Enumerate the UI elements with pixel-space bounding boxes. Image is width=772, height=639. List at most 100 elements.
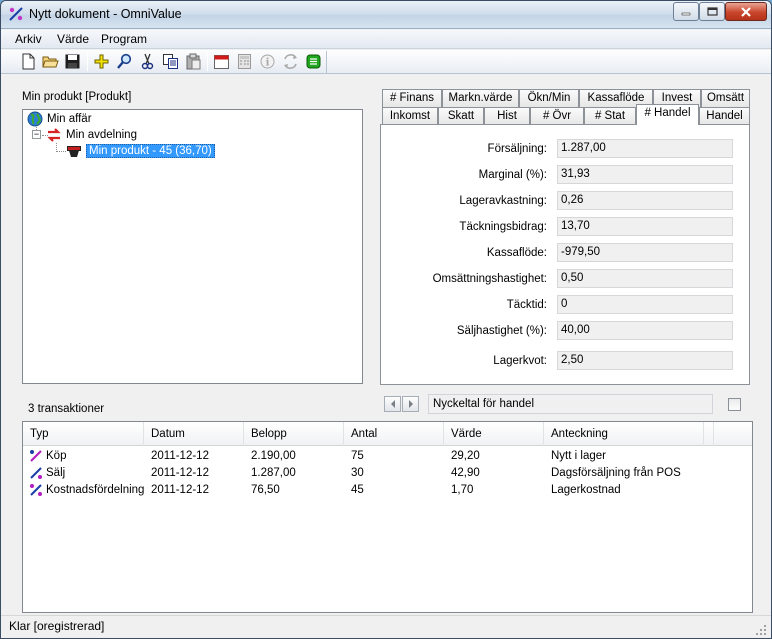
- tree-caption: Min produkt [Produkt]: [22, 91, 132, 103]
- table-row[interactable]: Köp 2011-12-12 2.190,00 75 29,20 Nytt i …: [23, 448, 752, 465]
- refresh-icon[interactable]: [282, 53, 299, 70]
- tab-skatt[interactable]: Skatt: [438, 107, 484, 125]
- calculator-icon[interactable]: [236, 53, 253, 70]
- info-icon[interactable]: i: [259, 53, 276, 70]
- tab-handel[interactable]: Handel: [699, 107, 750, 125]
- close-button[interactable]: [725, 2, 767, 21]
- tab-stat[interactable]: # Stat: [584, 107, 636, 125]
- tab-omsatt[interactable]: Omsätt: [701, 89, 750, 107]
- menu-program[interactable]: Program: [101, 32, 147, 46]
- cell-varde: 29,20: [451, 450, 480, 462]
- new-document-icon[interactable]: [20, 53, 37, 70]
- column-belopp[interactable]: Belopp: [244, 422, 344, 446]
- next-button[interactable]: [402, 396, 419, 412]
- field-label-lagerkvot: Lagerkvot:: [493, 355, 547, 367]
- menu-bar: Arkiv Värde Program: [1, 30, 771, 49]
- tab-panel-handel: Försäljning: 1.287,00 Marginal (%): 31,9…: [380, 124, 750, 385]
- maximize-icon: [706, 7, 718, 16]
- field-tacktid[interactable]: 0: [557, 295, 733, 314]
- tab-okn-min[interactable]: Ökn/Min: [519, 89, 579, 107]
- status-text: Klar [oregistrerad]: [9, 619, 105, 633]
- tab-marknadsvarde[interactable]: Markn.värde: [442, 89, 519, 107]
- column-datum[interactable]: Datum: [144, 422, 244, 446]
- tree-node-min-affar[interactable]: Min affär: [27, 111, 92, 127]
- toolbar-filler: [326, 51, 771, 73]
- transactions-caption: 3 transaktioner: [28, 403, 105, 415]
- column-antal[interactable]: Antal: [344, 422, 444, 446]
- field-tackningsbidrag[interactable]: 13,70: [557, 217, 733, 236]
- cell-datum: 2011-12-12: [151, 467, 209, 479]
- list-icon[interactable]: [305, 53, 322, 70]
- field-saljhastighet[interactable]: 40,00: [557, 321, 733, 340]
- tree-connector: [56, 151, 66, 152]
- arrow-right-icon: [408, 400, 413, 408]
- table-row[interactable]: Kostnadsfördelning 2011-12-12 76,50 45 1…: [23, 482, 752, 499]
- open-folder-icon[interactable]: [42, 53, 59, 70]
- close-icon: [741, 6, 751, 17]
- calendar-icon[interactable]: [213, 53, 230, 70]
- cell-datum: 2011-12-12: [151, 484, 209, 496]
- field-lageravkastning[interactable]: 0,26: [557, 191, 733, 210]
- column-varde[interactable]: Värde: [444, 422, 544, 446]
- column-anteckning[interactable]: Anteckning: [544, 422, 704, 446]
- transactions-list[interactable]: Typ Datum Belopp Antal Värde Anteckning …: [22, 421, 753, 613]
- field-lagerkvot[interactable]: 2,50: [557, 351, 733, 370]
- cell-datum: 2011-12-12: [151, 450, 209, 462]
- prev-button[interactable]: [384, 396, 401, 412]
- field-label-kassaflode: Kassaflöde:: [486, 247, 547, 259]
- cell-belopp: 76,50: [251, 484, 280, 496]
- tree-expander[interactable]: −: [32, 130, 41, 139]
- tree-node-min-produkt[interactable]: Min produkt - 45 (36,70): [66, 143, 215, 159]
- maximize-button[interactable]: [699, 2, 725, 21]
- description-field: Nyckeltal för handel: [428, 394, 713, 414]
- cost-icon: [30, 484, 42, 496]
- field-forsaljning[interactable]: 1.287,00: [557, 139, 733, 158]
- copy-icon[interactable]: [162, 53, 179, 70]
- app-window: Nytt dokument - OmniValue Arkiv Värde Pr…: [0, 0, 772, 639]
- minimize-button[interactable]: [673, 2, 699, 21]
- find-icon[interactable]: [116, 53, 133, 70]
- cell-anteckning: Nytt i lager: [551, 450, 606, 462]
- app-icon: [9, 7, 23, 21]
- title-bar[interactable]: Nytt dokument - OmniValue: [1, 1, 771, 29]
- cell-belopp: 2.190,00: [251, 450, 296, 462]
- cell-varde: 1,70: [451, 484, 474, 496]
- product-box-icon: [67, 146, 81, 157]
- cell-typ: Sälj: [46, 467, 66, 479]
- tab-handel-active[interactable]: # Handel: [636, 104, 699, 125]
- field-label-lageravkastning: Lageravkastning:: [459, 195, 547, 207]
- tab-hist[interactable]: Hist: [484, 107, 530, 125]
- status-bar: Klar [oregistrerad]: [1, 615, 771, 638]
- cut-icon[interactable]: [139, 53, 156, 70]
- add-icon[interactable]: [93, 53, 110, 70]
- field-marginal[interactable]: 31,93: [557, 165, 733, 184]
- cell-antal: 30: [351, 467, 364, 479]
- field-label-tackningsbidrag: Täckningsbidrag:: [459, 221, 547, 233]
- field-kassaflode[interactable]: -979,50: [557, 243, 733, 262]
- tree-node-min-avdelning[interactable]: Min avdelning: [46, 127, 137, 143]
- tree-node-label: Min avdelning: [66, 129, 137, 141]
- globe-icon: [27, 111, 43, 127]
- field-omsattningshastighet[interactable]: 0,50: [557, 269, 733, 288]
- tab-inkomst[interactable]: Inkomst: [382, 107, 438, 125]
- menu-arkiv[interactable]: Arkiv: [15, 32, 42, 46]
- window-title: Nytt dokument - OmniValue: [29, 7, 182, 21]
- save-icon[interactable]: [64, 53, 81, 70]
- paste-icon[interactable]: [185, 53, 202, 70]
- column-typ[interactable]: Typ: [23, 422, 144, 446]
- resize-grip-icon[interactable]: [755, 624, 767, 636]
- tab-finans[interactable]: # Finans: [382, 89, 442, 107]
- cell-anteckning: Lagerkostnad: [551, 484, 621, 496]
- tab-ovr[interactable]: # Övr: [530, 107, 584, 125]
- option-checkbox[interactable]: [728, 398, 741, 411]
- tree-view[interactable]: − Min affär Min avdelning Min produkt - …: [22, 109, 363, 384]
- cell-antal: 75: [351, 450, 364, 462]
- field-label-marginal: Marginal (%):: [478, 169, 547, 181]
- menu-varde[interactable]: Värde: [57, 32, 89, 46]
- cell-antal: 45: [351, 484, 364, 496]
- cell-anteckning: Dagsförsäljning från POS: [551, 467, 681, 479]
- table-row[interactable]: Sälj 2011-12-12 1.287,00 30 42,90 Dagsfö…: [23, 465, 752, 482]
- field-label-forsaljning: Försäljning:: [487, 143, 547, 155]
- toolbar-separator: [87, 53, 88, 71]
- cell-varde: 42,90: [451, 467, 480, 479]
